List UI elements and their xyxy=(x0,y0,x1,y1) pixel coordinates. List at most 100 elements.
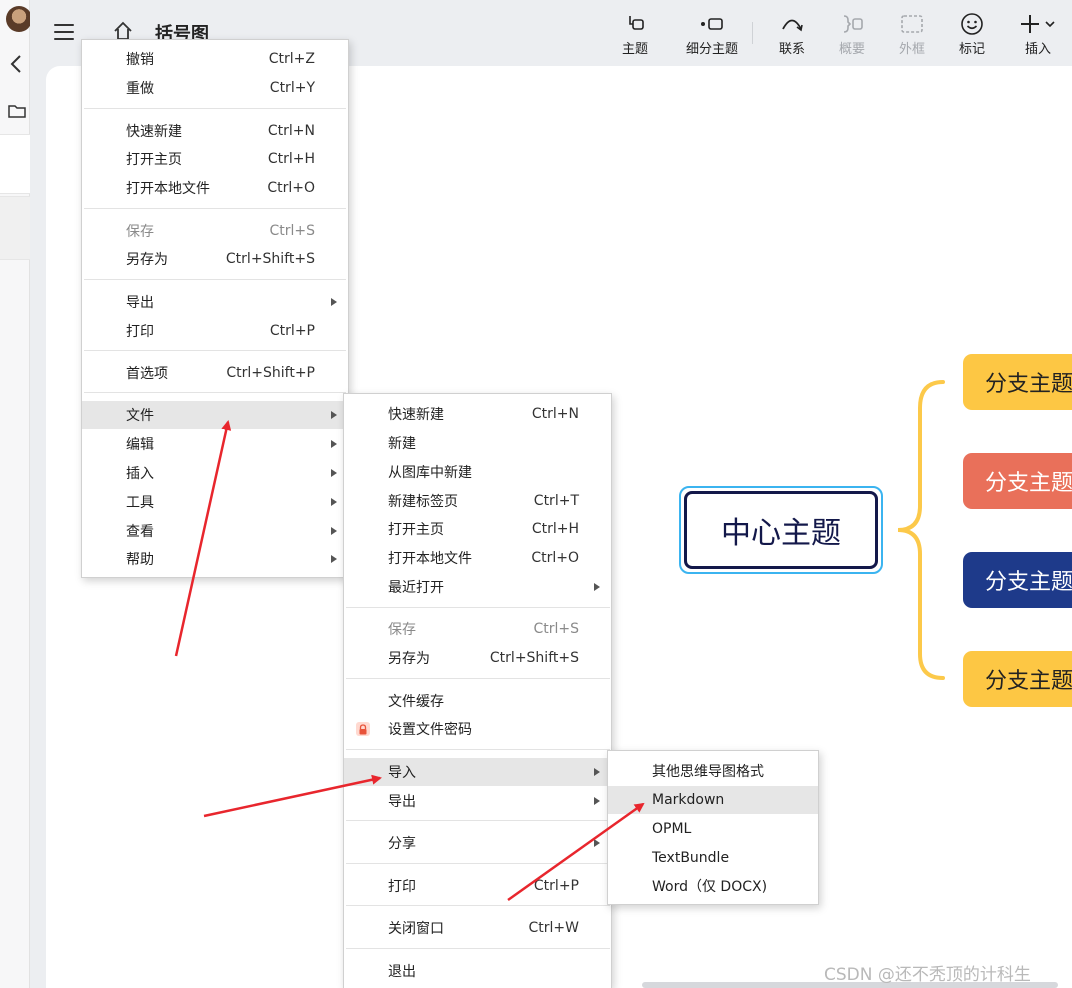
file-item-open-local-file[interactable]: 打开本地文件 Ctrl+O xyxy=(344,544,611,572)
menu-separator xyxy=(84,208,346,209)
summary-button[interactable]: 概要 xyxy=(822,10,882,57)
central-topic[interactable]: 中心主题 xyxy=(679,486,883,574)
branch-topic[interactable]: 分支主题 xyxy=(963,552,1072,608)
file-item-file-cache[interactable]: 文件缓存 xyxy=(344,687,611,715)
summary-label: 概要 xyxy=(838,42,865,57)
watermark: CSDN @还不秃顶的计科生 xyxy=(824,965,1031,985)
file-item-quit[interactable]: 退出 xyxy=(344,957,611,985)
menu-item-preferences[interactable]: 首选项 Ctrl+Shift+P xyxy=(82,359,348,387)
menu-separator xyxy=(84,279,346,280)
menu-item-tools[interactable]: 工具 xyxy=(82,488,348,516)
folder-icon[interactable] xyxy=(8,102,26,125)
menu-item-insert[interactable]: 插入 xyxy=(82,459,348,487)
file-item-open-home[interactable]: 打开主页 Ctrl+H xyxy=(344,515,611,543)
menu-separator xyxy=(84,108,346,109)
menu-separator xyxy=(346,905,610,906)
topic-icon xyxy=(605,10,665,38)
marker-label: 标记 xyxy=(958,42,985,57)
marker-button[interactable]: 标记 xyxy=(942,10,1002,57)
file-item-save[interactable]: 保存 Ctrl+S xyxy=(344,615,611,643)
background-card xyxy=(0,196,30,260)
submenu-arrow-icon xyxy=(594,839,600,847)
menu-separator xyxy=(346,863,610,864)
menu-item-quick-new[interactable]: 快速新建 Ctrl+N xyxy=(82,117,348,145)
branch-topic[interactable]: 分支主题 xyxy=(963,354,1072,410)
file-item-share[interactable]: 分享 xyxy=(344,829,611,857)
back-arrow-icon[interactable] xyxy=(8,54,24,79)
subtopic-button[interactable]: 细分主题 xyxy=(672,10,752,57)
submenu-arrow-icon xyxy=(331,527,337,535)
menu-item-undo[interactable]: 撤销 Ctrl+Z xyxy=(82,45,348,73)
summary-brace-icon xyxy=(822,10,882,38)
insert-button[interactable]: 插入 xyxy=(1008,10,1068,57)
boundary-label: 外框 xyxy=(898,42,925,57)
smiley-icon xyxy=(942,10,1002,38)
submenu-arrow-icon xyxy=(594,797,600,805)
submenu-arrow-icon xyxy=(331,411,337,419)
menu-item-export[interactable]: 导出 xyxy=(82,288,348,316)
main-menu: 撤销 Ctrl+Z 重做 Ctrl+Y 快速新建 Ctrl+N 打开主页 Ctrl+H … xyxy=(81,39,349,578)
relation-curve-icon xyxy=(762,10,822,38)
file-item-save-as[interactable]: 另存为 Ctrl+Shift+S xyxy=(344,644,611,672)
submenu-arrow-icon xyxy=(594,768,600,776)
submenu-arrow-icon xyxy=(331,440,337,448)
menu-item-file[interactable]: 文件 xyxy=(82,401,348,429)
subtopic-icon xyxy=(672,10,752,38)
avatar[interactable] xyxy=(6,6,32,32)
menu-item-open-home[interactable]: 打开主页 Ctrl+H xyxy=(82,145,348,173)
file-item-set-password[interactable]: 设置文件密码 xyxy=(344,715,611,743)
bracket-connector xyxy=(897,380,945,680)
lock-icon xyxy=(356,722,370,736)
import-submenu: 其他思维导图格式 Markdown OPML TextBundle Word（仅… xyxy=(607,750,819,905)
subtopic-label: 细分主题 xyxy=(685,42,738,57)
menu-separator xyxy=(346,607,610,608)
menu-item-open-local-file[interactable]: 打开本地文件 Ctrl+O xyxy=(82,174,348,202)
relation-label: 联系 xyxy=(778,42,805,57)
menu-separator xyxy=(346,820,610,821)
menu-hamburger-icon[interactable] xyxy=(54,24,74,40)
file-item-recent[interactable]: 最近打开 xyxy=(344,573,611,601)
import-item-word[interactable]: Word（仅 DOCX) xyxy=(608,872,818,900)
menu-separator xyxy=(346,678,610,679)
menu-separator xyxy=(84,392,346,393)
submenu-arrow-icon xyxy=(594,583,600,591)
file-item-print[interactable]: 打印 Ctrl+P xyxy=(344,872,611,900)
import-item-other-mindmap[interactable]: 其他思维导图格式 xyxy=(608,757,818,785)
boundary-button[interactable]: 外框 xyxy=(882,10,942,57)
topic-button[interactable]: 主题 xyxy=(605,10,665,57)
menu-separator xyxy=(346,948,610,949)
file-item-new[interactable]: 新建 xyxy=(344,429,611,457)
menu-separator xyxy=(346,749,610,750)
menu-item-help[interactable]: 帮助 xyxy=(82,545,348,573)
import-item-textbundle[interactable]: TextBundle xyxy=(608,844,818,872)
relation-button[interactable]: 联系 xyxy=(762,10,822,57)
branch-topic[interactable]: 分支主题 xyxy=(963,651,1072,707)
file-item-new-from-gallery[interactable]: 从图库中新建 xyxy=(344,458,611,486)
import-item-markdown[interactable]: Markdown xyxy=(608,786,818,814)
boundary-dashed-box-icon xyxy=(882,10,942,38)
toolbar-separator xyxy=(752,22,753,44)
file-item-import[interactable]: 导入 xyxy=(344,758,611,786)
file-item-new-tab[interactable]: 新建标签页 Ctrl+T xyxy=(344,487,611,515)
file-item-close-window[interactable]: 关闭窗口 Ctrl+W xyxy=(344,914,611,942)
menu-item-save-as[interactable]: 另存为 Ctrl+Shift+S xyxy=(82,245,348,273)
menu-item-save[interactable]: 保存 Ctrl+S xyxy=(82,217,348,245)
background-app-strip xyxy=(0,0,32,988)
document-title[interactable]: 括号图 xyxy=(155,20,209,40)
menu-item-redo[interactable]: 重做 Ctrl+Y xyxy=(82,74,348,102)
file-item-quick-new[interactable]: 快速新建 Ctrl+N xyxy=(344,400,611,428)
plus-chevron-icon xyxy=(1008,10,1068,38)
menu-separator xyxy=(84,350,346,351)
insert-label: 插入 xyxy=(1024,42,1051,57)
file-submenu: 快速新建 Ctrl+N 新建 从图库中新建 新建标签页 Ctrl+T 打开主页 Ctr… xyxy=(343,393,612,988)
submenu-arrow-icon xyxy=(331,298,337,306)
submenu-arrow-icon xyxy=(331,498,337,506)
menu-item-print[interactable]: 打印 Ctrl+P xyxy=(82,317,348,345)
import-item-opml[interactable]: OPML xyxy=(608,815,818,843)
submenu-arrow-icon xyxy=(331,469,337,477)
menu-item-view[interactable]: 查看 xyxy=(82,517,348,545)
branch-topic[interactable]: 分支主题 xyxy=(963,453,1072,509)
file-item-export[interactable]: 导出 xyxy=(344,787,611,815)
central-topic-label: 中心主题 xyxy=(684,491,878,569)
menu-item-edit[interactable]: 编辑 xyxy=(82,430,348,458)
